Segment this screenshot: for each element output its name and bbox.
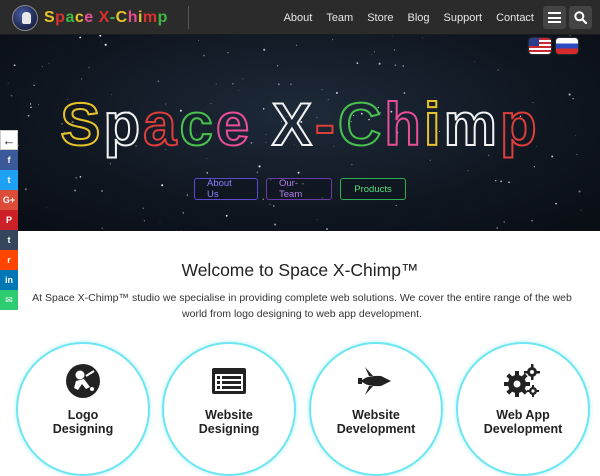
astronaut-icon (66, 364, 100, 398)
pinterest-icon[interactable]: P (0, 210, 18, 230)
russia-flag-icon[interactable] (556, 38, 578, 54)
top-navbar: Space X-Chimp About Team Store Blog Supp… (0, 0, 600, 35)
twitter-icon[interactable]: t (0, 170, 18, 190)
chimp-logo-icon (12, 4, 38, 31)
welcome-heading: Welcome to Space X-Chimp™ (181, 260, 419, 280)
collapse-arrow-icon[interactable]: ← (0, 130, 18, 150)
about-us-button[interactable]: About Us (194, 178, 258, 200)
service-label: Web App Development (483, 408, 563, 436)
service-label: Website Development (336, 408, 416, 436)
site-logo[interactable]: Space X-Chimp (12, 4, 168, 31)
our-team-button[interactable]: Our-Team (266, 178, 332, 200)
service-label: Website Designing (198, 408, 260, 436)
hamburger-icon (548, 12, 561, 23)
services-section: Logo Designing Website Designing Website De… (0, 340, 600, 476)
nav-about[interactable]: About (284, 12, 313, 24)
service-website-development[interactable]: Website Development (309, 342, 443, 476)
search-button[interactable] (569, 6, 592, 29)
service-logo-designing[interactable]: Logo Designing (16, 342, 150, 476)
google-plus-icon[interactable]: G+ (0, 190, 18, 210)
service-label: Logo Designing (52, 408, 114, 436)
space-shuttle-icon (358, 367, 391, 395)
products-button[interactable]: Products (340, 178, 406, 200)
welcome-paragraph: At Space X-Chimp™ studio we specialise i… (32, 292, 572, 320)
service-web-app-development[interactable]: Web App Development (456, 342, 590, 476)
us-flag-icon[interactable] (529, 38, 551, 54)
hero-banner: Space X-Chimp About Us Our-Team Products (0, 35, 600, 231)
service-website-designing[interactable]: Website Designing (162, 342, 296, 476)
nav-store[interactable]: Store (367, 12, 393, 24)
facebook-icon[interactable]: f (0, 150, 18, 170)
language-switcher (529, 38, 578, 54)
nav-links: About Team Store Blog Support Contact (270, 0, 534, 35)
navbar-divider (188, 6, 189, 29)
browser-window-icon (212, 368, 246, 394)
nav-blog[interactable]: Blog (408, 12, 430, 24)
menu-button[interactable] (543, 6, 566, 29)
hero-title: Space X-Chimp (59, 90, 540, 159)
email-icon[interactable]: ✉ (0, 290, 18, 310)
hero-buttons: About Us Our-Team Products (0, 178, 600, 200)
logo-text: Space X-Chimp (44, 8, 168, 26)
nav-support[interactable]: Support (444, 12, 483, 24)
nav-team[interactable]: Team (326, 12, 353, 24)
nav-contact[interactable]: Contact (496, 12, 534, 24)
search-icon (574, 11, 587, 24)
tumblr-icon[interactable]: t (0, 230, 18, 250)
gears-icon (504, 364, 540, 397)
social-share-bar: ← f t G+ P t r in ✉ (0, 130, 18, 310)
